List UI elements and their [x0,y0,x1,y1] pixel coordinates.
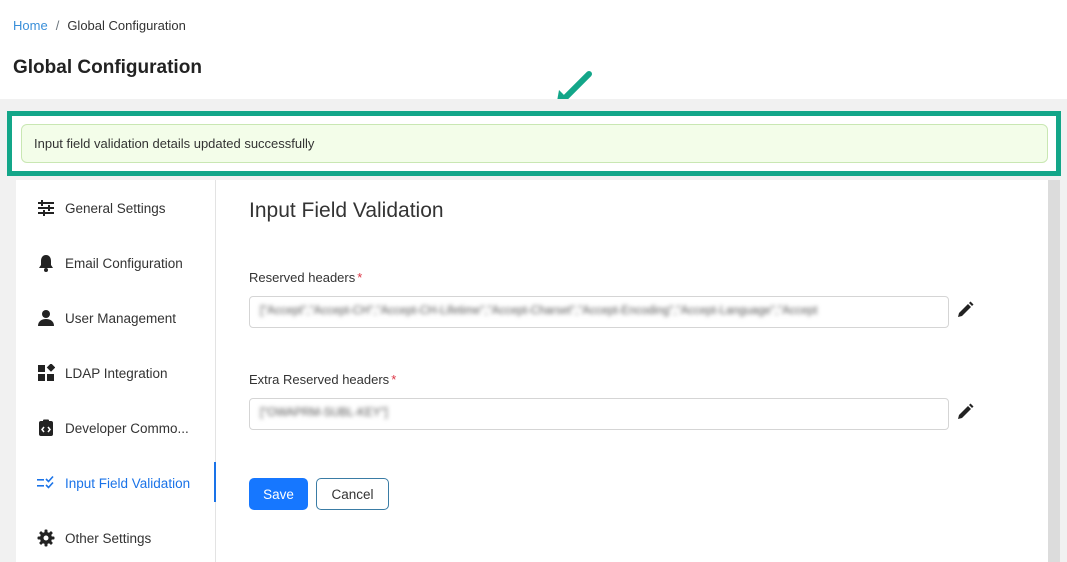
sidebar-item-label: LDAP Integration [65,365,168,381]
clipboard-code-icon [36,418,56,438]
sidebar-item-ldap-integration[interactable]: LDAP Integration [16,353,216,393]
settings-sidebar: General Settings Email Configuration Use… [16,180,216,562]
field-label-text: Extra Reserved headers [249,372,390,387]
sidebar-item-user-management[interactable]: User Management [16,298,216,338]
reserved-headers-label: Reserved headers * [249,270,362,285]
sidebar-item-email-configuration[interactable]: Email Configuration [16,243,216,283]
save-button[interactable]: Save [249,478,308,510]
sidebar-item-label: Developer Commo... [65,420,189,436]
sidebar-item-label: Other Settings [65,530,152,546]
gear-icon [36,528,56,548]
section-title: Input Field Validation [249,199,444,222]
extra-reserved-headers-input[interactable]: ["OWAPRM-SUBL-KEY"] [249,398,949,430]
alert-highlight-frame: Input field validation details updated s… [7,111,1061,176]
breadcrumb-home-link[interactable]: Home [13,18,48,33]
sidebar-item-label: Input Field Validation [65,475,191,491]
sidebar-item-developer-commons[interactable]: Developer Commo... [16,408,216,448]
breadcrumb-current: Global Configuration [67,18,186,33]
sidebar-item-general-settings[interactable]: General Settings [16,188,216,228]
extra-reserved-headers-value: ["OWAPRM-SUBL-KEY"] [260,407,388,419]
sliders-icon [36,198,56,218]
required-mark: * [391,372,397,387]
list-check-icon [36,473,56,493]
edit-reserved-headers-pencil-icon[interactable] [955,300,975,320]
reserved-headers-input[interactable]: ["Accept","Accept-CH","Accept-CH-Lifetim… [249,296,949,328]
success-alert-message: Input field validation details updated s… [34,136,315,151]
breadcrumb-separator: / [55,18,60,33]
sidebar-active-indicator [214,462,216,502]
page-title: Global Configuration [13,57,202,78]
sidebar-item-label: Email Configuration [65,255,183,271]
bell-icon [36,253,56,273]
grid-icon [36,363,56,383]
scrollbar[interactable] [1048,180,1060,562]
sidebar-item-label: User Management [65,310,177,326]
breadcrumb: Home / Global Configuration [13,18,186,33]
sidebar-item-input-field-validation[interactable]: Input Field Validation [16,463,216,503]
sidebar-item-other-settings[interactable]: Other Settings [16,518,216,558]
cancel-button[interactable]: Cancel [316,478,389,510]
success-alert: Input field validation details updated s… [21,124,1048,163]
edit-extra-reserved-headers-pencil-icon[interactable] [955,402,975,422]
sidebar-item-label: General Settings [65,200,166,216]
page: Home / Global Configuration Global Confi… [0,0,1067,562]
extra-reserved-headers-label: Extra Reserved headers * [249,372,396,387]
required-mark: * [357,270,363,285]
reserved-headers-value: ["Accept","Accept-CH","Accept-CH-Lifetim… [260,305,818,317]
user-icon [36,308,56,328]
field-label-text: Reserved headers [249,270,356,285]
